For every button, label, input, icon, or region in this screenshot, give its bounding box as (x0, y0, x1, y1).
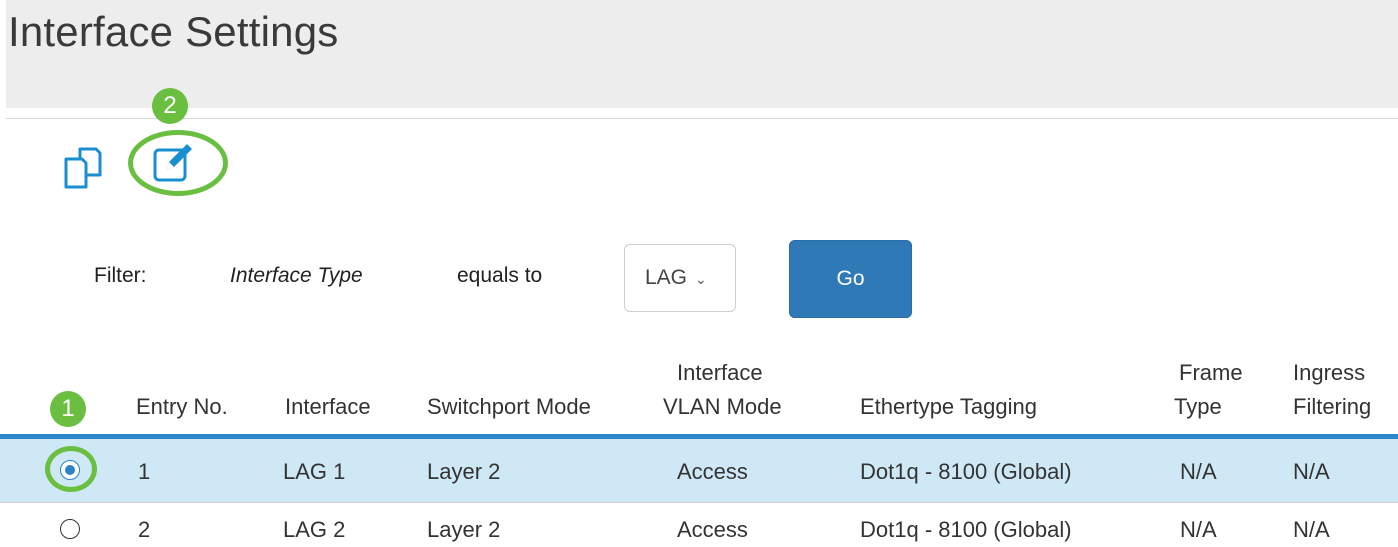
callout-badge-2: 2 (152, 88, 188, 124)
row-2-frame-type: N/A (1180, 517, 1217, 542)
row-2-radio[interactable] (60, 519, 80, 539)
row-1-entry: 1 (138, 459, 151, 484)
interface-type-select-value: LAG (645, 266, 688, 289)
row-2-interface: LAG 2 (283, 517, 346, 542)
go-button[interactable]: Go (789, 240, 912, 318)
header-switchport-mode: Switchport Mode (427, 394, 591, 419)
copy-settings-icon[interactable] (60, 145, 110, 191)
header-ethertype-tagging: Ethertype Tagging (860, 394, 1037, 419)
header-frame-type-line1: Frame (1179, 360, 1243, 385)
row-1-switchport-mode: Layer 2 (427, 459, 501, 484)
row-1-interface: LAG 1 (283, 459, 346, 484)
callout-badge-1: 1 (50, 391, 86, 427)
row-2-ethertype: Dot1q - 8100 (Global) (860, 517, 1072, 542)
header-interface-vlan-mode-line1: Interface (677, 360, 763, 385)
row-1-vlan-mode: Access (677, 459, 748, 484)
filter-operator-label: equals to (457, 264, 543, 287)
row-1-frame-type: N/A (1180, 459, 1217, 484)
row-2-vlan-mode: Access (677, 517, 748, 542)
row-1-radio[interactable] (60, 460, 80, 480)
header-interface: Interface (285, 394, 371, 419)
edit-icon[interactable] (150, 140, 198, 186)
header-frame-type-line2: Type (1174, 394, 1222, 419)
row-1-ingress-filtering: N/A (1293, 459, 1330, 484)
row-divider (0, 502, 1398, 503)
filter-label: Filter: (94, 264, 147, 287)
header-ingress-filtering-line2: Filtering (1293, 394, 1372, 419)
filter-field-label: Interface Type (230, 264, 363, 287)
row-2-switchport-mode: Layer 2 (427, 517, 501, 542)
header-divider (6, 118, 1398, 119)
row-2-ingress-filtering: N/A (1293, 517, 1330, 542)
row-2-entry: 2 (138, 517, 151, 542)
header-interface-vlan-mode-line2: VLAN Mode (663, 394, 782, 419)
page-title: Interface Settings (8, 8, 339, 55)
interface-type-select[interactable]: LAG ⌄ (624, 244, 736, 312)
header-entry-no: Entry No. (136, 394, 228, 419)
row-1-ethertype: Dot1q - 8100 (Global) (860, 459, 1072, 484)
header-ingress-filtering-line1: Ingress (1293, 360, 1366, 385)
chevron-down-icon: ⌄ (695, 270, 707, 287)
